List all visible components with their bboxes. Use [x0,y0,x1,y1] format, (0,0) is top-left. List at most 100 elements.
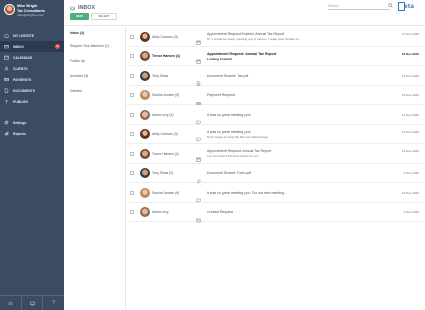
row-checkbox[interactable] [130,73,134,78]
avatar [140,129,150,140]
nav-item-label: CALENDAR [13,55,33,60]
select-button[interactable]: SELECT [91,13,117,20]
nav-item-label: DOCUMENTS [13,88,35,93]
nav-item-label: Settings [13,120,27,125]
row-checkbox[interactable] [130,54,134,59]
sender-name: Trevor Hansen (4) [152,151,179,156]
message-row[interactable]: Trevor Hansen (4) Appointment Request: An… [126,47,425,66]
avatar [140,187,150,198]
sender-name: Adam Levy [152,210,169,215]
message-row[interactable]: Trevor Hansen (4) Appointment Request: An… [126,144,425,164]
nav-item-settings[interactable]: Settings [0,117,64,128]
nav-item-label: CLIENTS [13,66,28,71]
message-date: 27 Dec 2016 [401,32,419,37]
nav-item-publish[interactable]: PUBLISH [0,96,64,107]
nav-item-label: Reports [13,131,26,136]
payment-icon [196,93,201,105]
message-subject: Payment Request [207,93,235,98]
calendar-icon [4,55,9,60]
folder-item[interactable]: Inbox (4) [64,27,125,38]
page-title: INBOX [78,5,96,11]
chat-icon [196,129,201,142]
nav-item-calendar[interactable]: CALENDAR [0,52,64,63]
contact-icon [196,210,201,223]
help-label: ? [52,300,56,306]
message-row[interactable]: Tony Shaw Document Shared: Tax.pdf 14 Dec … [126,66,425,86]
avatar [140,70,150,81]
user-profile[interactable]: Mike Wright Tax Consultants mike@wrightc… [0,0,64,24]
nav-item-payments[interactable]: PAYMENTS [0,74,64,85]
avatar [140,168,150,179]
nav-item-clients[interactable]: CLIENTS [0,63,64,74]
avatar[interactable] [4,4,15,15]
message-date: 14 Dec 2016 [401,149,419,154]
message-date: 18 Dec 2016 [401,93,419,98]
message-row[interactable]: Abby Connors (3) Appointment Request Expi… [126,27,425,47]
brand-name: eta [404,3,415,10]
message-preview: Hi, it would be lovely meeting you in pe… [207,37,302,42]
calendar-icon [196,51,201,64]
row-checkbox[interactable] [130,34,134,39]
attachment-icon [196,171,201,184]
message-subject: Document Shared: Form.pdf [207,171,252,176]
message-preview: Let me know if this time works for you [207,154,259,159]
message-date: 2 Dec 2016 [403,171,419,176]
message-row[interactable]: Abby Connors (3) It was so great meeting … [126,125,425,144]
brand-logo: eta [398,1,422,13]
help-button[interactable]: ? [42,296,64,310]
documents-icon [4,88,9,93]
row-checkbox[interactable] [130,210,134,215]
mail-icon [4,44,9,49]
message-preview: Looking forward! [207,56,233,61]
search-icon[interactable] [388,3,393,8]
publish-icon [4,99,9,104]
row-checkbox[interactable] [130,93,134,98]
message-row[interactable]: Sandra Jensen (5) Payment Request 18 Dec 2… [126,86,425,105]
row-checkbox[interactable] [130,112,134,117]
inbox-icon [70,6,75,11]
message-row[interactable]: Adam Levy Contact Request 2 Dec 2016 [126,203,425,223]
message-row[interactable]: Adam Levy (4) It was so great meeting you… [126,105,425,125]
calendar-icon [196,32,201,45]
message-date: 2 Dec 2016 [403,210,419,215]
message-date: 12 Dec 2016 [401,129,419,134]
new-button[interactable]: NEW [70,13,89,20]
row-checkbox[interactable] [130,132,134,137]
row-checkbox[interactable] [130,190,134,195]
nav-item-my-livesite[interactable]: MY LIVESITE [0,30,64,41]
avatar [140,31,150,42]
monitor-icon [29,301,35,306]
search-input[interactable]: Search [328,3,390,10]
avatar [140,148,150,159]
message-row[interactable]: Tony Shaw (2) Document Shared: Form.pdf 2 … [126,164,425,184]
message-date: 24 Dec 2016 [401,51,419,56]
message-row[interactable]: Sandra Jensen (6) It was so great meeting… [126,183,425,203]
secondary-nav: Settings Reports [0,117,64,139]
nav-item-label: PUBLISH [13,99,28,104]
folder-item[interactable]: Require Your Attention (1) [64,38,125,53]
folder-item[interactable]: Archived (5) [64,68,125,83]
message-date: 19 Dec 2016 [401,190,419,195]
message-list: Abby Connors (3) Appointment Request Expi… [126,27,425,310]
message-subject: Appointment Request Expired: Annual Tax … [207,32,284,37]
nav-item-inbox[interactable]: INBOX 3 [0,41,64,52]
sender-name: Abby Connors (3) [152,34,178,39]
sender-name: Tony Shaw (2) [152,171,174,176]
page-title-wrap: INBOX [70,5,95,11]
sender-name: Trevor Hansen (4) [152,54,180,59]
support-button[interactable] [0,296,21,310]
screen-share-button[interactable] [20,296,43,310]
message-subject: Contact Request [207,210,234,215]
document-icon [196,73,201,86]
sender-name: Sandra Jensen (6) [152,190,180,195]
nav-item-reports[interactable]: Reports [0,128,64,139]
folder-item[interactable]: Deleted [64,83,125,98]
avatar [140,51,150,62]
folder-item[interactable]: Follow Up [64,53,125,68]
row-checkbox[interactable] [130,151,134,156]
avatar [140,90,150,101]
message-date: 14 Dec 2016 [401,112,419,117]
avatar [140,109,150,120]
nav-item-documents[interactable]: DOCUMENTS [0,85,64,96]
row-checkbox[interactable] [130,171,134,176]
